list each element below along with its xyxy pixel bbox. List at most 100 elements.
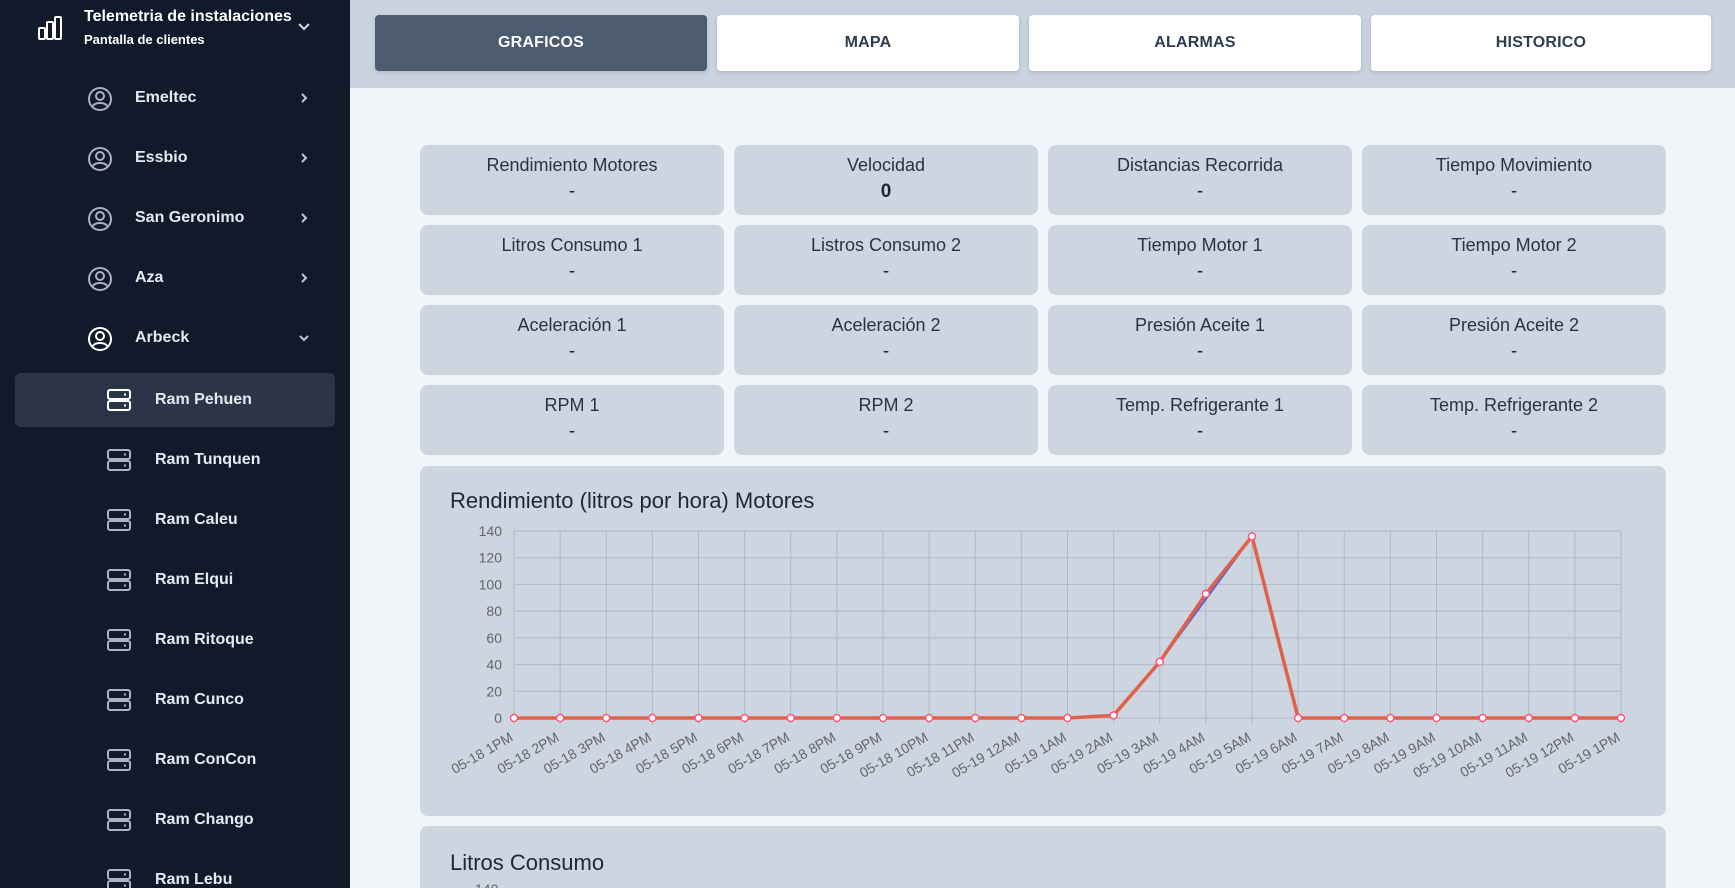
metric-value: - [1196, 181, 1204, 202]
chevron-right-icon [297, 271, 311, 285]
metric-card: Litros Consumo 1 - [420, 225, 724, 295]
data-point [509, 713, 519, 723]
data-point [1293, 713, 1303, 723]
tab-bar: GRAFICOS MAPA ALARMAS HISTORICO [350, 0, 1735, 88]
sidebar-installation-item[interactable]: Ram Cunco [15, 673, 335, 727]
y-tick-label: 20 [486, 683, 502, 699]
server-icon [106, 687, 132, 713]
sidebar-installation-label: Ram Cunco [155, 691, 244, 708]
server-icon [106, 747, 132, 773]
data-point [1478, 713, 1487, 723]
bar-chart-icon [38, 16, 62, 40]
sidebar-installation-item[interactable]: Ram Pehuen [15, 373, 335, 427]
server-icon [106, 867, 132, 888]
data-point [1524, 713, 1533, 723]
brand-title: Telemetria de instalaciones [84, 8, 292, 25]
data-point [1570, 713, 1580, 723]
chevron-right-icon [297, 91, 311, 105]
tab-mapa[interactable]: MAPA [717, 15, 1019, 71]
metric-label: Tiempo Motor 1 [1137, 235, 1263, 255]
sidebar-brand[interactable]: Telemetria de instalaciones Pantalla de … [0, 0, 350, 54]
metric-value: - [1510, 421, 1518, 442]
data-point [648, 713, 657, 723]
sidebar-client-essbio[interactable]: Essbio [0, 132, 350, 184]
metric-value: 0 [880, 181, 892, 202]
sidebar-installation-item[interactable]: Ram Caleu [15, 493, 335, 547]
data-point [602, 713, 611, 723]
data-point [1340, 713, 1349, 723]
y-tick-label: 140 [475, 881, 498, 888]
y-tick-label: 120 [479, 550, 503, 566]
litros-chart-panel: Litros Consumo 140 [420, 826, 1666, 888]
metric-value: - [882, 341, 890, 362]
sidebar-installation-item[interactable]: Ram Elqui [15, 553, 335, 607]
chevron-right-icon [297, 211, 311, 225]
metric-value: - [568, 181, 576, 202]
metric-card: RPM 1 - [420, 385, 724, 455]
chevron-down-icon [297, 331, 311, 345]
user-circle-icon [87, 86, 113, 112]
metric-card: Distancias Recorrida - [1048, 145, 1352, 215]
metric-value: - [882, 261, 890, 282]
sidebar-client-arbeck[interactable]: Arbeck [0, 312, 350, 364]
user-circle-icon [87, 326, 113, 352]
metric-value: - [568, 341, 576, 362]
metric-label: Tiempo Movimiento [1435, 155, 1593, 175]
sidebar-installation-label: Ram Caleu [155, 511, 238, 528]
data-point [1247, 532, 1257, 541]
y-tick-label: 40 [486, 657, 502, 673]
data-point [1201, 589, 1211, 599]
sidebar-client-san-geronimo[interactable]: San Geronimo [0, 192, 350, 244]
data-point [1616, 713, 1626, 723]
metric-label: Aceleración 2 [831, 315, 941, 335]
sidebar-installation-item[interactable]: Ram Chango [15, 793, 335, 847]
sidebar-installation-item[interactable]: Ram Lebu [15, 853, 335, 888]
tab-historico[interactable]: HISTORICO [1371, 15, 1711, 71]
data-point [1432, 713, 1441, 723]
metric-label: RPM 1 [544, 395, 600, 415]
user-circle-icon [87, 146, 113, 172]
server-icon [106, 387, 132, 413]
sidebar-client-label: Emeltec [135, 89, 197, 106]
data-point [832, 713, 842, 723]
sidebar-installation-item[interactable]: Ram Tunquen [15, 433, 335, 487]
data-point [1155, 657, 1164, 667]
sidebar-installation-label: Ram Ritoque [155, 631, 254, 648]
y-tick-label: 60 [486, 630, 502, 646]
metric-value: - [568, 421, 576, 442]
metric-card: Presión Aceite 1 - [1048, 305, 1352, 375]
metric-card: Temp. Refrigerante 2 - [1362, 385, 1666, 455]
chevron-down-icon [298, 23, 310, 31]
chart-title-litros: Litros Consumo [450, 850, 605, 875]
server-icon [106, 807, 132, 833]
metric-card: Temp. Refrigerante 1 - [1048, 385, 1352, 455]
sidebar-client-label: San Geronimo [135, 209, 245, 226]
metric-card: Velocidad 0 [734, 145, 1038, 215]
data-point [878, 713, 888, 723]
metric-card: Listros Consumo 2 - [734, 225, 1038, 295]
tab-alarmas[interactable]: ALARMAS [1029, 15, 1361, 71]
metric-value: - [1510, 261, 1518, 282]
sidebar-client-emeltec[interactable]: Emeltec [0, 72, 350, 124]
metric-label: Presión Aceite 1 [1134, 315, 1266, 335]
data-point [924, 713, 934, 723]
sidebar-installation-item[interactable]: Ram ConCon [15, 733, 335, 787]
metric-value: - [1196, 261, 1204, 282]
sidebar-installation-label: Ram Pehuen [155, 391, 252, 408]
metric-value: - [1510, 341, 1518, 362]
sidebar-client-aza[interactable]: Aza [0, 252, 350, 304]
sidebar-installation-item[interactable]: Ram Ritoque [15, 613, 335, 667]
server-icon [106, 447, 132, 473]
metric-value: - [1196, 341, 1204, 362]
brand-subtitle: Pantalla de clientes [84, 32, 205, 47]
user-circle-icon [87, 266, 113, 292]
rendimiento-chart-panel: Rendimiento (litros por hora) Motores 02… [420, 466, 1666, 816]
metric-value: - [882, 421, 890, 442]
metric-label: Presión Aceite 2 [1448, 315, 1580, 335]
metric-label: Litros Consumo 1 [501, 235, 643, 255]
server-icon [106, 567, 132, 593]
metric-value: - [1196, 421, 1204, 442]
tab-graficos[interactable]: GRAFICOS [375, 15, 707, 71]
data-point [971, 713, 980, 723]
metric-label: Aceleración 1 [517, 315, 627, 335]
